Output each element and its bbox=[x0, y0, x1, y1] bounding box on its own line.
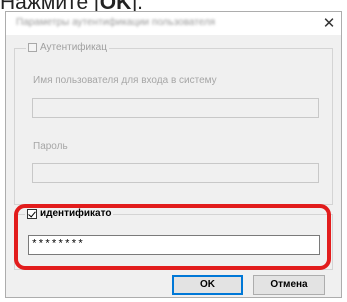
id-checkbox-label: идентификато bbox=[40, 208, 112, 219]
id-password-input[interactable]: ******** bbox=[28, 235, 320, 255]
password-label: Пароль bbox=[33, 141, 68, 152]
username-label: Имя пользователя для входа в систему bbox=[33, 75, 217, 86]
close-icon[interactable]: ✕ bbox=[319, 13, 339, 33]
auth-checkbox[interactable] bbox=[28, 43, 37, 52]
dialog-titlebar: Параметры аутентификации пользователя ✕ bbox=[6, 12, 341, 35]
cancel-button[interactable]: Отмена bbox=[253, 275, 325, 295]
id-group-legend: идентификато bbox=[25, 208, 114, 219]
id-checkbox[interactable] bbox=[27, 208, 37, 219]
username-field[interactable] bbox=[32, 98, 319, 118]
auth-settings-dialog: Параметры аутентификации пользователя ✕ … bbox=[5, 11, 342, 298]
ok-button[interactable]: OK bbox=[172, 275, 243, 295]
auth-checkbox-label: Аутентификац bbox=[40, 42, 107, 53]
auth-group-legend: Аутентификац bbox=[26, 42, 109, 53]
password-field[interactable] bbox=[32, 163, 319, 183]
dialog-title: Параметры аутентификации пользователя bbox=[16, 17, 216, 28]
